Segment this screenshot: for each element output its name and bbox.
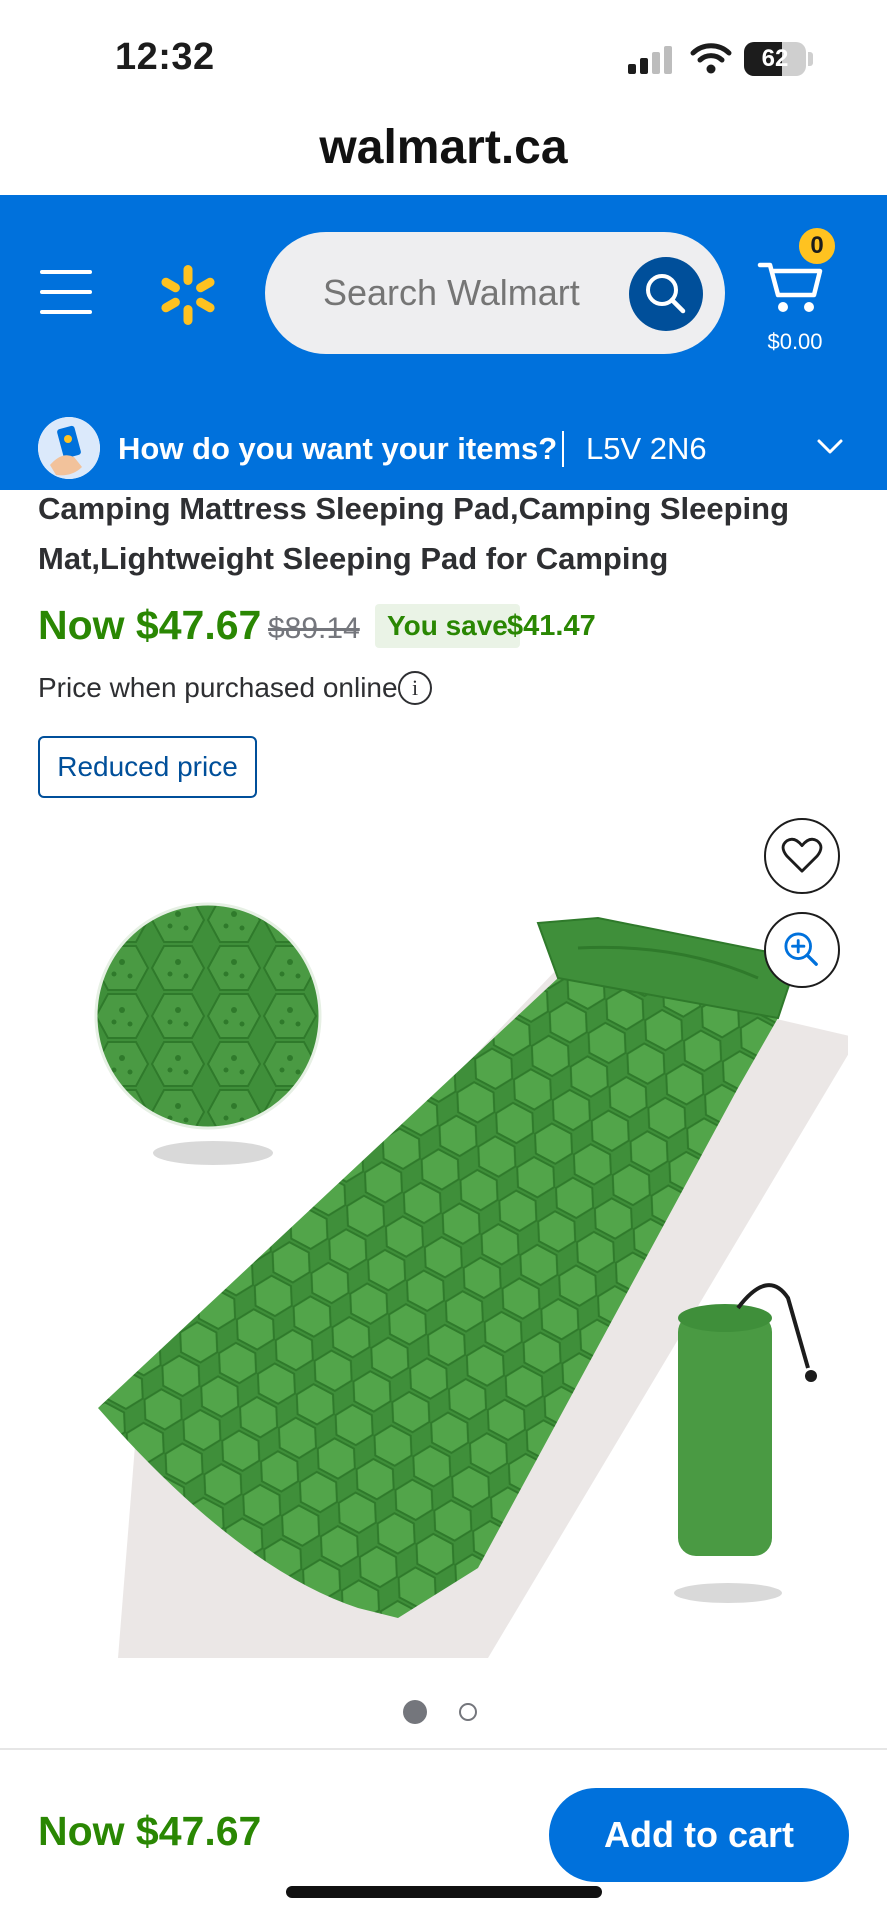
zoom-in-icon [784,932,818,966]
walmart-spark-icon[interactable] [152,263,224,327]
wifi-icon [690,43,732,74]
site-header: 0 $0.00 How do you want your items? L5V … [0,195,887,490]
delivery-prompt: How do you want your items? [118,431,558,466]
zoom-button[interactable] [764,912,840,988]
cart-count-badge: 0 [796,225,838,267]
delivery-divider [562,431,564,467]
search-icon [646,274,686,314]
browser-url-bar[interactable]: walmart.ca [0,110,887,195]
chevron-down-icon [817,439,843,454]
cart-total: $0.00 [767,329,823,354]
gallery-pagination [403,1700,483,1726]
browser-url: walmart.ca [319,121,568,174]
bottom-bar-price: Now $47.67 [38,1808,262,1854]
pagination-dot[interactable] [459,1703,477,1721]
product-title: Camping Mattress Sleeping Pad,Camping Sl… [38,491,790,576]
signal-icon [628,46,674,74]
product-image [94,902,848,1658]
battery-cap [808,52,813,66]
price-now: Now $47.67 [38,602,262,648]
battery-level: 62 [761,45,789,72]
status-bar: 12:32 62 [0,0,887,110]
save-amount: $41.47 [507,610,596,642]
favorite-button[interactable] [764,818,840,894]
search-input[interactable] [323,232,623,354]
search-button[interactable] [629,257,703,331]
status-time: 12:32 [115,36,215,78]
cart-button[interactable]: 0 $0.00 [752,225,852,354]
reduced-price-badge[interactable]: Reduced price [38,736,257,798]
bottom-bar-divider [0,1748,887,1750]
pagination-dot-active[interactable] [403,1700,427,1724]
add-to-cart-button[interactable]: Add to cart [549,1788,849,1882]
battery-icon: 62 [744,42,806,76]
price-was: $89.14 [268,612,360,645]
menu-button[interactable] [40,270,92,314]
product-image-gallery[interactable] [38,848,848,1658]
heart-icon [781,837,823,873]
info-icon[interactable]: i [398,671,432,705]
search-box [265,232,725,354]
delivery-postal-code: L5V 2N6 [586,431,707,466]
home-indicator [286,1886,602,1898]
delivery-avatar-icon [38,417,100,479]
price-row: Now $47.67 $89.14 You save $41.47 [38,598,858,658]
you-save-badge: You save [375,604,520,648]
price-note: Price when purchased online [38,672,398,703]
delivery-selector[interactable]: How do you want your items? L5V 2N6 [0,407,887,490]
